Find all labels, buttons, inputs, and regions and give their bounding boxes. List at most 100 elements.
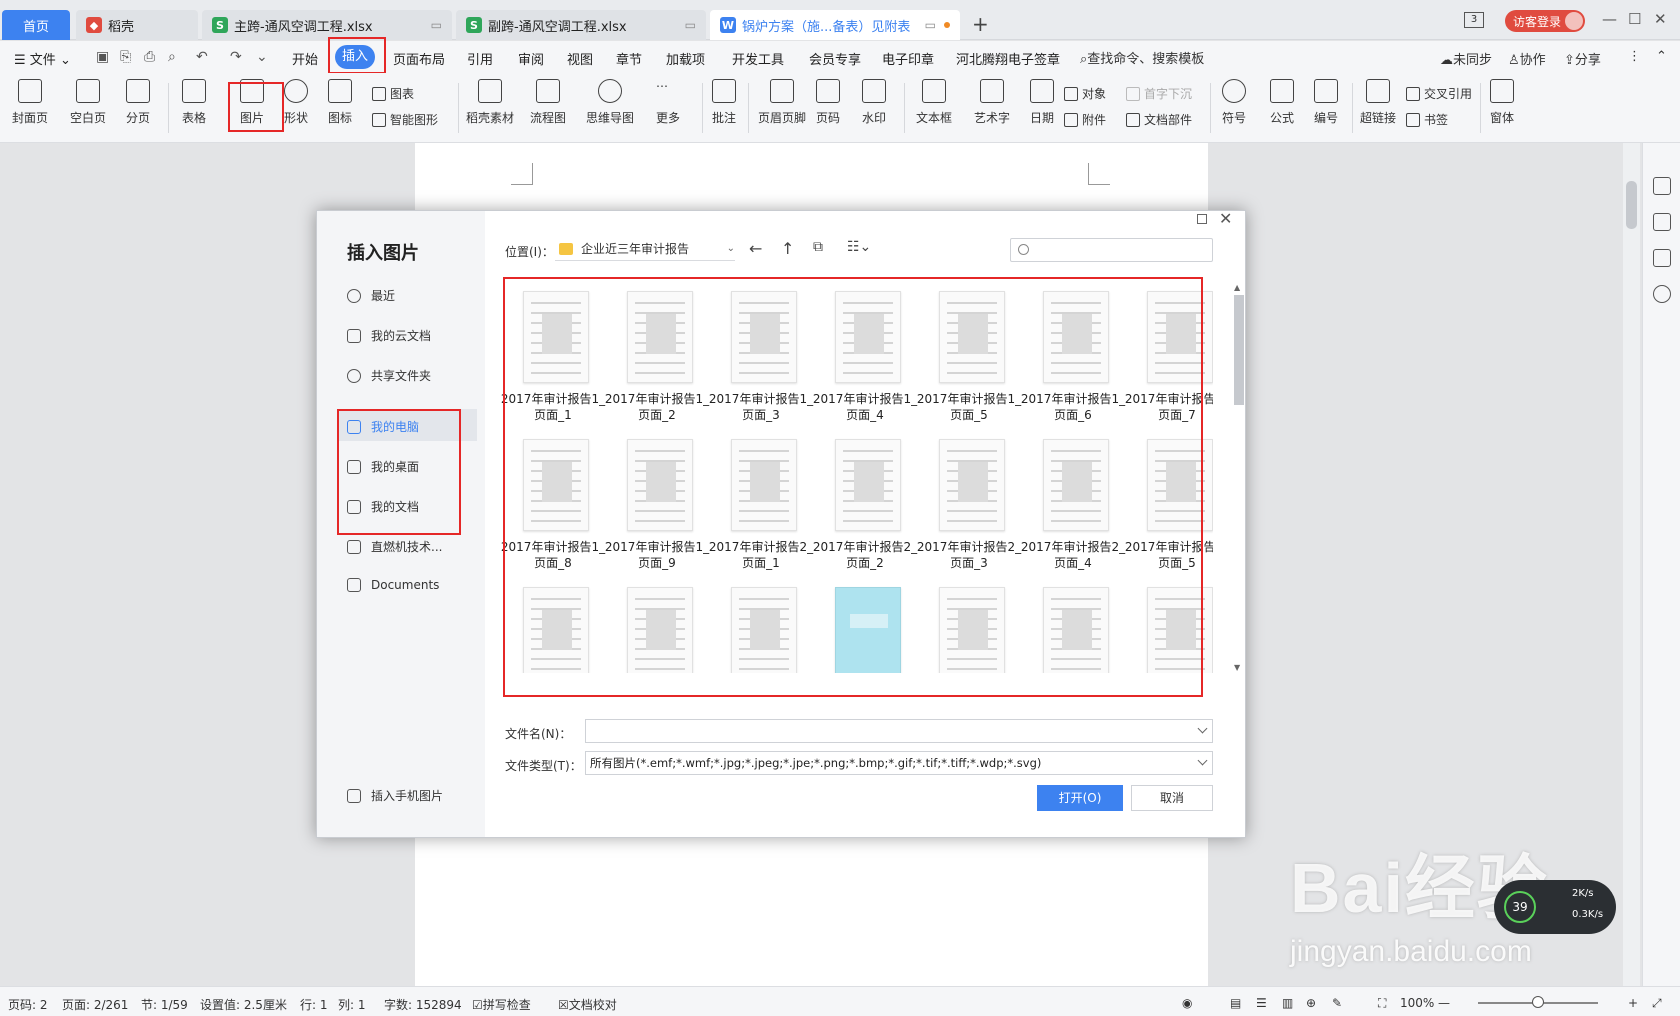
cover-page-button[interactable]: 封面页	[12, 79, 48, 126]
print-icon[interactable]: ⎙	[144, 49, 155, 65]
nav-cloud-docs[interactable]: 我的云文档	[347, 327, 431, 344]
menu-references[interactable]: 引用	[467, 49, 493, 68]
customize-toolbar-icon[interactable]: ⌄	[256, 49, 268, 65]
numbering-button[interactable]: 编号	[1314, 79, 1338, 126]
collapse-icon[interactable]: ⌃	[1656, 49, 1667, 64]
outline-view-icon[interactable]: ☰	[1256, 996, 1267, 1010]
reading-view-icon[interactable]: ▥	[1282, 996, 1293, 1010]
file-grid-scrollbar[interactable]: ▲ ▼	[1233, 283, 1245, 672]
close-window-button[interactable]: ✕	[1654, 10, 1667, 28]
date-button[interactable]: 日期	[1030, 79, 1054, 126]
flowchart-button[interactable]: 流程图	[530, 79, 566, 126]
menu-member[interactable]: 会员专享	[809, 49, 861, 68]
scrollbar-thumb[interactable]	[1234, 295, 1244, 405]
drop-cap-button[interactable]: 首字下沉	[1126, 85, 1192, 102]
nav-shared-folder[interactable]: 共享文件夹	[347, 367, 431, 384]
tab-daoke[interactable]: ◆ 稻壳	[76, 10, 198, 40]
mindmap-button[interactable]: 思维导图	[586, 79, 634, 126]
file-search-input[interactable]	[1010, 238, 1213, 262]
pen-icon[interactable]: ✎	[1332, 996, 1342, 1010]
select-icon[interactable]	[1653, 213, 1671, 231]
scroll-down-icon[interactable]: ▼	[1234, 663, 1240, 672]
new-tab-button[interactable]: +	[972, 12, 989, 36]
scrollbar-thumb[interactable]	[1626, 181, 1637, 229]
bookmark-button[interactable]: 书签	[1406, 111, 1448, 128]
watermark-button[interactable]: 水印	[862, 79, 886, 126]
monitor-icon[interactable]: ▭	[685, 18, 696, 32]
more-icon[interactable]: ⋮	[1628, 49, 1641, 64]
insert-phone-picture[interactable]: 插入手机图片	[347, 787, 443, 804]
file-menu[interactable]: ☰ 文件 ⌄	[14, 49, 71, 68]
setting-value[interactable]: 设置值: 2.5厘米	[200, 996, 287, 1013]
edit-icon[interactable]	[1653, 177, 1671, 195]
daoke-material-button[interactable]: 稻壳素材	[466, 79, 514, 126]
collab-button[interactable]: ♙协作	[1508, 49, 1546, 68]
tab-home[interactable]: 首页	[2, 10, 70, 40]
document-scrollbar[interactable]	[1623, 143, 1640, 986]
wordart-button[interactable]: 艺术字	[974, 79, 1010, 126]
table-button[interactable]: 表格	[182, 79, 206, 126]
page-break-button[interactable]: 分页	[126, 79, 150, 126]
nav-recent[interactable]: 最近	[347, 287, 395, 304]
up-folder-icon[interactable]: ↑	[781, 239, 794, 258]
page-code[interactable]: 页码: 2	[8, 996, 48, 1013]
filetype-select[interactable]: 所有图片(*.emf;*.wmf;*.jpg;*.jpeg;*.jpe;*.pn…	[585, 751, 1213, 775]
chart-button[interactable]: 图表	[372, 85, 414, 102]
tab-boiler-doc[interactable]: W 锅炉方案（施...备表）见附表 ▭	[710, 10, 960, 40]
menu-view[interactable]: 视图	[567, 49, 593, 68]
view-mode-icon[interactable]: ☷⌄	[847, 239, 871, 255]
comment-button[interactable]: 批注	[712, 79, 736, 126]
login-button[interactable]: 访客登录	[1505, 10, 1585, 32]
save-icon[interactable]: ▣	[96, 49, 109, 65]
menu-developer[interactable]: 开发工具	[732, 49, 784, 68]
zoom-in-icon[interactable]: +	[1628, 996, 1638, 1010]
spell-check-button[interactable]: ☑拼写检查	[472, 996, 531, 1013]
smartart-button[interactable]: 智能图形	[372, 111, 438, 128]
fullscreen-icon[interactable]: ⤢	[1652, 996, 1662, 1011]
word-count[interactable]: 字数: 152894	[384, 996, 462, 1013]
page-count[interactable]: 页面: 2/261	[62, 996, 128, 1013]
blank-page-button[interactable]: 空白页	[70, 79, 106, 126]
undo-icon[interactable]: ↶	[196, 49, 208, 65]
format-painter-icon[interactable]: ⎘	[120, 49, 131, 65]
command-search[interactable]: ⌕查找命令、搜索模板	[1080, 48, 1204, 67]
minimize-button[interactable]: —	[1602, 10, 1617, 28]
cancel-button[interactable]: 取消	[1131, 785, 1213, 811]
form-button[interactable]: 窗体	[1490, 79, 1514, 126]
filename-input[interactable]	[585, 719, 1213, 743]
menu-page-layout[interactable]: 页面布局	[393, 49, 445, 68]
hyperlink-button[interactable]: 超链接	[1360, 79, 1396, 126]
more-button[interactable]: ⋯ 更多	[656, 79, 680, 126]
zoom-slider-handle[interactable]	[1532, 996, 1544, 1008]
location-select[interactable]: 企业近三年审计报告 ⌄	[555, 237, 735, 261]
help-icon[interactable]	[1653, 285, 1671, 303]
print-preview-icon[interactable]: ⌕	[168, 49, 176, 65]
textbox-button[interactable]: 文本框	[916, 79, 952, 126]
maximize-button[interactable]: ☐	[1628, 10, 1641, 28]
menu-chapter[interactable]: 章节	[616, 49, 642, 68]
doc-part-button[interactable]: 文档部件	[1126, 111, 1192, 128]
tab-sub-xlsx[interactable]: S 副跨-通风空调工程.xlsx ▭	[456, 10, 706, 40]
new-folder-icon[interactable]: ⧉	[813, 239, 823, 255]
cross-reference-button[interactable]: 交叉引用	[1406, 85, 1472, 102]
symbol-button[interactable]: 符号	[1222, 79, 1246, 126]
nav-documents[interactable]: Documents	[347, 578, 439, 592]
scroll-up-icon[interactable]: ▲	[1234, 283, 1240, 292]
fit-page-icon[interactable]: ⛶	[1378, 996, 1386, 1011]
menu-start[interactable]: 开始	[292, 49, 318, 68]
header-footer-button[interactable]: 页眉页脚	[758, 79, 806, 126]
formula-button[interactable]: 公式	[1270, 79, 1294, 126]
monitor-icon[interactable]: ▭	[431, 18, 442, 32]
share-button[interactable]: ⇪分享	[1564, 49, 1601, 68]
menu-e-seal[interactable]: 电子印章	[882, 49, 934, 68]
shape-button[interactable]: 形状	[284, 79, 308, 126]
dialog-maximize-button[interactable]	[1197, 214, 1207, 224]
object-button[interactable]: 对象	[1064, 85, 1106, 102]
settings-icon[interactable]	[1653, 249, 1671, 267]
tab-main-xlsx[interactable]: S 主跨-通风空调工程.xlsx ▭	[202, 10, 452, 40]
sync-button[interactable]: ☁未同步	[1440, 49, 1492, 68]
redo-icon[interactable]: ↷	[230, 49, 242, 65]
open-button[interactable]: 打开(O)	[1037, 785, 1123, 811]
page-view-icon[interactable]: ▤	[1230, 996, 1241, 1010]
zoom-out-icon[interactable]: —	[1438, 996, 1450, 1010]
